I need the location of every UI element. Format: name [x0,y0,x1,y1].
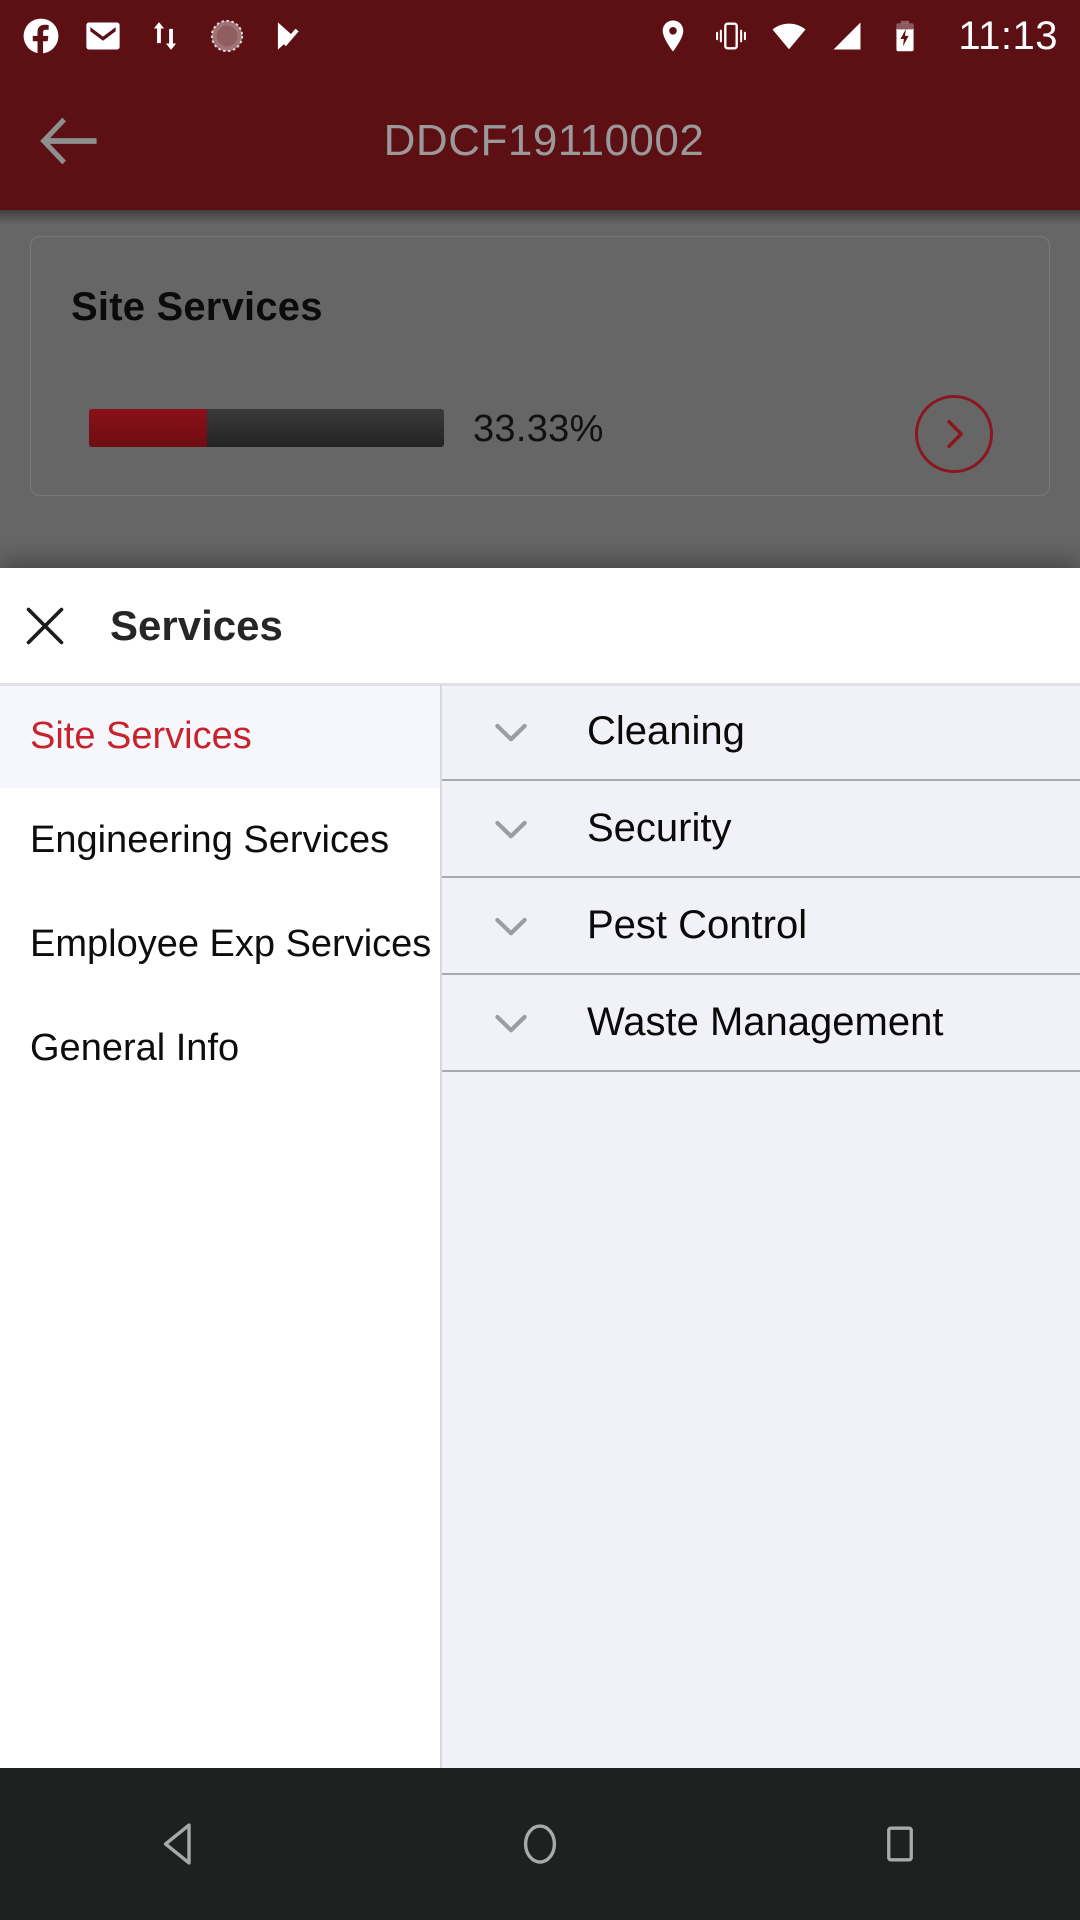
right-pane-top-divider [442,684,1080,686]
content-top-shadow [0,210,1080,224]
status-bar-system-icons: 11:13 [654,14,1058,59]
back-triangle-icon [163,1823,191,1865]
nav-home-button[interactable] [480,1799,600,1889]
phone-screen: 11:13 DDCF19110002 Site Services 33.33% [0,0,1080,1920]
close-icon[interactable] [22,603,68,649]
services-sheet-body: Site Services Engineering Services Emplo… [0,684,1080,1768]
sidebar-item-site-services[interactable]: Site Services [0,684,440,788]
sidebar-item-label: Engineering Services [30,818,390,861]
cellular-signal-icon [833,22,861,50]
sidebar-item-label: General Info [30,1026,240,1069]
wifi-icon [772,23,806,50]
service-row-label: Pest Control [587,903,808,947]
vibrate-icon [716,22,747,50]
sidebar-item-engineering-services[interactable]: Engineering Services [0,788,440,892]
sync-progress-icon [210,19,244,53]
page-title: DDCF19110002 [383,116,705,165]
service-row-pest-control[interactable]: Pest Control [442,878,1080,975]
status-bar: 11:13 [0,0,1080,72]
services-sheet-title: Services [110,601,283,649]
service-row-label: Waste Management [587,1000,944,1044]
site-services-progress-row: 33.33% [71,395,1009,473]
task-check-icon [277,22,299,50]
progress-percent-label: 33.33% [473,408,604,450]
battery-charging-icon [896,20,914,52]
sidebar-item-employee-exp-services[interactable]: Employee Exp Services [0,892,440,996]
status-bar-clock: 11:13 [958,13,1058,58]
left-pane-top-divider [0,684,440,686]
android-nav-bar [0,1768,1080,1920]
service-item-list: Cleaning Security Pest Control Waste Man… [442,684,1080,1768]
app-bar: DDCF19110002 [0,72,1080,210]
progress-bar-track [89,409,444,447]
chevron-right-icon [947,419,963,449]
data-transfer-icon [153,22,177,50]
sidebar-item-general-info[interactable]: General Info [0,996,440,1100]
site-services-card[interactable]: Site Services 33.33% [30,236,1050,496]
back-arrow-icon[interactable] [32,103,108,179]
status-bar-notification-icons [22,17,654,55]
nav-recents-button[interactable] [840,1799,960,1889]
chevron-down-icon[interactable] [487,999,535,1047]
chevron-down-icon[interactable] [487,805,535,853]
service-row-label: Security [587,806,732,850]
chevron-down-icon[interactable] [487,902,535,950]
gmail-icon [86,22,120,50]
sidebar-item-label: Site Services [30,714,252,757]
progress-bar-fill [89,409,208,447]
home-circle-icon [523,1824,557,1864]
service-row-waste-management[interactable]: Waste Management [442,975,1080,1072]
service-category-list: Site Services Engineering Services Emplo… [0,684,440,1768]
services-sheet: Services Site Services Engineering Servi… [0,568,1080,1768]
service-row-label: Cleaning [587,709,745,753]
services-sheet-header: Services [0,568,1080,684]
sidebar-item-label: Employee Exp Services [30,922,432,965]
chevron-down-icon[interactable] [487,708,535,756]
location-icon [663,20,684,52]
service-row-security[interactable]: Security [442,781,1080,878]
site-services-card-title: Site Services [71,285,323,329]
nav-back-button[interactable] [120,1799,240,1889]
recents-square-icon [887,1826,913,1862]
service-row-cleaning[interactable]: Cleaning [442,684,1080,781]
facebook-icon [23,18,59,55]
site-services-next-button[interactable] [915,395,993,473]
